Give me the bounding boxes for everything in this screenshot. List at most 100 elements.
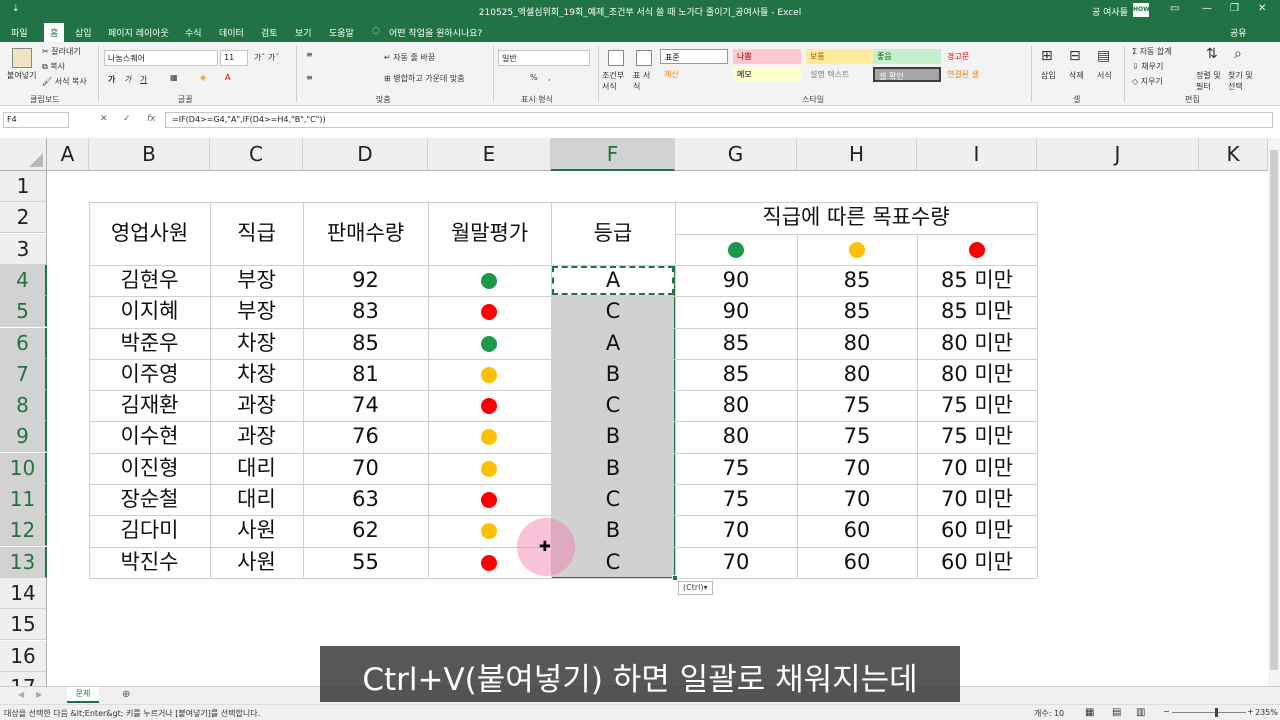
cell-target-green[interactable]: 80 (675, 390, 797, 421)
cell-grade[interactable]: B (551, 359, 675, 390)
font-decrease-button[interactable]: 가ˇ (268, 52, 279, 63)
cell-style-item[interactable]: 설명 텍스트 (806, 67, 874, 82)
cell-target-yellow[interactable]: 70 (797, 453, 917, 484)
cell-target-yellow[interactable]: 75 (797, 390, 917, 421)
cell-target-yellow[interactable]: 80 (797, 328, 917, 359)
cell-style-item[interactable]: 계산 (660, 67, 728, 82)
cell-style-item[interactable]: 경고문 (943, 49, 1011, 64)
cell-grade[interactable]: A (551, 265, 675, 296)
paste-icon[interactable] (12, 48, 32, 68)
zoom-slider-thumb[interactable] (1215, 708, 1218, 717)
cell-rank[interactable]: 차장 (210, 359, 303, 390)
cell-sales-qty[interactable]: 76 (303, 421, 428, 452)
scrollbar-thumb[interactable] (1270, 150, 1278, 670)
row-header-16[interactable]: 16 (0, 640, 47, 672)
tab-home[interactable]: 홈 (44, 23, 65, 42)
page-break-view-icon[interactable]: ▥ (1136, 707, 1145, 718)
find-select-button[interactable]: 찾기 및 선택 (1228, 70, 1256, 92)
percent-button[interactable]: % (530, 73, 538, 82)
zoom-in-icon[interactable]: + (1247, 707, 1254, 716)
cell-rank[interactable]: 과장 (210, 421, 303, 452)
share-button[interactable]: 공유 (1230, 26, 1247, 39)
align-left-icon[interactable]: ≡ (306, 73, 313, 82)
zoom-level[interactable]: 235% (1255, 708, 1278, 717)
minimize-icon[interactable]: — (1202, 3, 1212, 14)
cell-target-yellow[interactable]: 60 (797, 547, 917, 578)
cell-sales-qty[interactable]: 74 (303, 390, 428, 421)
cell-grade[interactable]: B (551, 453, 675, 484)
font-size-select[interactable]: 11 (220, 50, 248, 66)
align-top-icon[interactable]: ≡ (306, 50, 313, 59)
zoom-out-icon[interactable]: − (1163, 707, 1170, 716)
row-header-8[interactable]: 8 (0, 390, 47, 422)
cell-target-green[interactable]: 75 (675, 453, 797, 484)
prev-sheet-icon[interactable]: ◀ (18, 690, 24, 699)
row-header-14[interactable]: 14 (0, 577, 47, 609)
row-header-7[interactable]: 7 (0, 358, 47, 390)
cell-rank[interactable]: 부장 (210, 265, 303, 296)
cell-target-red[interactable]: 70 미만 (917, 453, 1037, 484)
header-sales-person[interactable]: 영업사원 (89, 202, 210, 265)
row-header-10[interactable]: 10 (0, 452, 47, 484)
format-cells-icon[interactable]: ▤ (1097, 48, 1110, 64)
cell-target-red[interactable]: 60 미만 (917, 547, 1037, 578)
cell-rank[interactable]: 사원 (210, 515, 303, 546)
copy-button[interactable]: ⧉ 복사 (42, 61, 65, 72)
cell-sales-qty[interactable]: 63 (303, 484, 428, 515)
column-header-d[interactable]: D (303, 138, 428, 171)
select-all-corner[interactable] (0, 138, 47, 171)
column-header-h[interactable]: H (797, 138, 917, 171)
formula-input[interactable]: =IF(D4>=G4,"A",IF(D4>=H4,"B","C")) (165, 112, 1273, 128)
cell-style-item[interactable]: 메모 (733, 67, 801, 82)
tab-formulas[interactable]: 수식 (185, 26, 202, 39)
header-grade[interactable]: 등급 (551, 202, 675, 265)
find-select-icon[interactable]: ⌕ (1234, 46, 1242, 62)
delete-cells-button[interactable]: 삭제 (1069, 70, 1084, 81)
conditional-format-button[interactable]: 조건부 서식 (602, 70, 630, 92)
tab-data[interactable]: 데이터 (219, 26, 244, 39)
user-name[interactable]: 공 여사들 (1092, 5, 1128, 18)
cell-target-green[interactable]: 75 (675, 484, 797, 515)
column-header-g[interactable]: G (675, 138, 797, 171)
insert-cells-icon[interactable]: ⊞ (1041, 48, 1053, 64)
fill-button[interactable]: ⇩ 채우기 (1132, 61, 1163, 72)
row-header-11[interactable]: 11 (0, 484, 47, 515)
cell-rank[interactable]: 대리 (210, 453, 303, 484)
cell-style-item[interactable]: 보통 (806, 49, 874, 64)
row-header-13[interactable]: 13 (0, 546, 47, 578)
cell-style-item[interactable]: 셀 확인 (873, 67, 941, 82)
cell-target-green[interactable]: 85 (675, 359, 797, 390)
delete-cells-icon[interactable]: ⊟ (1069, 48, 1081, 64)
spreadsheet-grid[interactable]: ABCDEFGHIJK 1234567891011121314151617 영업… (0, 138, 1280, 686)
cell-rank[interactable]: 사원 (210, 547, 303, 578)
bold-button[interactable]: 가 (108, 74, 115, 85)
insert-cells-button[interactable]: 삽입 (1041, 70, 1056, 81)
column-header-b[interactable]: B (89, 138, 210, 171)
cell-grade[interactable]: A (551, 328, 675, 359)
row-header-15[interactable]: 15 (0, 609, 47, 641)
fill-color-icon[interactable]: ◈ (200, 73, 206, 82)
cell-sales-person[interactable]: 박준우 (89, 328, 210, 359)
header-target-by-rank[interactable]: 직급에 따른 목표수량 (675, 202, 1037, 233)
border-icon[interactable]: ▦ (170, 73, 178, 82)
cell-sales-person[interactable]: 이진형 (89, 453, 210, 484)
number-format-select[interactable]: 일반 (498, 50, 590, 66)
row-header-17[interactable]: 17 (0, 671, 47, 686)
row-header-4[interactable]: 4 (0, 264, 47, 296)
paste-options-button[interactable]: (Ctrl)▾ (678, 581, 713, 595)
wrap-text-button[interactable]: ↵ 자동 줄 바꿈 (384, 52, 435, 63)
sort-filter-button[interactable]: 정렬 및 필터 (1196, 70, 1224, 92)
cell-sales-qty[interactable]: 92 (303, 265, 428, 296)
column-header-f[interactable]: F (551, 138, 675, 171)
cell-grade[interactable]: C (551, 296, 675, 327)
cell-target-red[interactable]: 85 미만 (917, 296, 1037, 327)
row-header-12[interactable]: 12 (0, 515, 47, 547)
italic-button[interactable]: 가 (124, 74, 131, 85)
vertical-scrollbar[interactable] (1268, 138, 1280, 686)
restore-icon[interactable]: ❐ (1230, 3, 1239, 14)
tab-insert[interactable]: 삽입 (75, 26, 92, 39)
tab-page-layout[interactable]: 페이지 레이아웃 (108, 26, 169, 39)
format-cells-button[interactable]: 서식 (1097, 70, 1112, 81)
cell-rank[interactable]: 과장 (210, 390, 303, 421)
header-rank[interactable]: 직급 (210, 202, 303, 265)
